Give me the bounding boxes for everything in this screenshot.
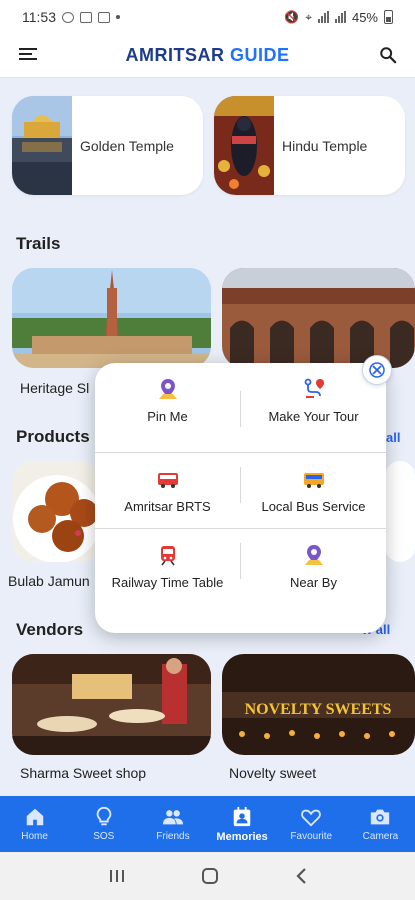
camera-icon <box>371 809 390 825</box>
trail-card-2[interactable] <box>222 268 415 368</box>
bulb-icon <box>96 806 112 826</box>
feature-card-label: Hindu Temple <box>282 137 368 154</box>
nav-camera[interactable]: Camera <box>346 796 415 852</box>
vendor-card-novelty[interactable]: NOVELTY SWEETS <box>222 654 415 755</box>
nav-sos[interactable]: SOS <box>69 796 138 852</box>
nav-label: Favourite <box>290 831 333 842</box>
menu-item-label: Railway Time Table <box>111 575 224 590</box>
novelty-sign-text: NOVELTY SWEETS <box>245 701 392 718</box>
status-time: 11:53 <box>22 9 56 25</box>
friends-icon <box>162 810 184 825</box>
sharma-shop-image <box>12 654 211 755</box>
app-title-part1: AMRITSAR <box>125 45 225 65</box>
products-view-all-link[interactable]: all <box>386 430 400 445</box>
feature-card-golden-temple[interactable]: Golden Temple <box>12 96 203 195</box>
vendor-card-label: Sharma Sweet shop <box>20 765 147 781</box>
product-card-label: Bulab Jamun <box>8 573 90 589</box>
dot-icon <box>116 15 120 19</box>
nav-label: SOS <box>93 831 115 842</box>
heart-icon <box>301 809 322 827</box>
product-card-2[interactable] <box>385 461 415 562</box>
product-card-gulab-jamun[interactable] <box>12 461 102 562</box>
nav-friends[interactable]: Friends <box>138 796 207 852</box>
pin-icon <box>158 379 177 399</box>
menu-item-label: Make Your Tour <box>268 409 359 424</box>
app-title: AMRITSAR GUIDE <box>0 45 415 66</box>
quick-actions-popup: Pin Me Make Your Tour Amritsar BRTS Loca… <box>95 363 386 633</box>
nav-label: Home <box>21 831 48 842</box>
hindu-temple-image <box>214 96 274 195</box>
app-header: AMRITSAR GUIDE <box>0 34 415 78</box>
memories-icon <box>233 806 251 826</box>
trail-card-heritage[interactable] <box>12 268 211 368</box>
feature-card-label: Golden Temple <box>80 137 174 154</box>
back-icon[interactable] <box>294 867 308 885</box>
gulab-jamun-image <box>12 461 102 562</box>
status-bar: 11:53 🔇 ⌖ 45% <box>0 0 415 34</box>
pin-icon <box>304 545 323 565</box>
heritage-image <box>12 268 211 368</box>
bottom-navigation: Home SOS Friends Memories Favourite Came… <box>0 796 415 852</box>
gallery-icon <box>98 11 110 23</box>
battery-percent: 45% <box>351 9 378 25</box>
menu-item-label: Local Bus Service <box>261 499 366 514</box>
train-icon <box>160 546 175 566</box>
location-icon: ⌖ <box>305 9 312 24</box>
menu-item-amritsar-brts[interactable]: Amritsar BRTS <box>95 453 240 528</box>
search-icon[interactable] <box>379 46 397 64</box>
nav-label: Friends <box>156 831 190 842</box>
home-button-icon[interactable] <box>201 867 219 885</box>
menu-item-label: Pin Me <box>147 409 188 424</box>
menu-item-railway-time-table[interactable]: Railway Time Table <box>95 529 240 604</box>
menu-item-local-bus-service[interactable]: Local Bus Service <box>241 453 386 528</box>
arches-image <box>222 268 415 368</box>
signal-icon <box>317 11 329 23</box>
whatsapp-icon <box>62 11 74 23</box>
feature-card-hindu-temple[interactable]: Hindu Temple <box>214 96 405 195</box>
nav-label: Camera <box>362 831 399 842</box>
trail-card-label: Heritage Sl <box>20 380 90 396</box>
menu-item-near-by[interactable]: Near By <box>241 529 386 604</box>
nav-favourite[interactable]: Favourite <box>277 796 346 852</box>
signal-icon <box>334 11 346 23</box>
battery-icon <box>384 10 393 24</box>
novelty-sweets-image: NOVELTY SWEETS <box>222 654 415 755</box>
vendor-card-sharma[interactable] <box>12 654 211 755</box>
system-navigation-bar <box>0 852 415 900</box>
bus-icon <box>157 473 178 488</box>
section-title-trails: Trails <box>16 234 61 253</box>
nav-label: Memories <box>216 830 268 843</box>
nav-memories[interactable]: Memories <box>208 796 277 852</box>
home-icon <box>26 808 43 826</box>
close-popup-button[interactable] <box>362 355 392 385</box>
menu-item-label: Amritsar BRTS <box>124 499 211 514</box>
menu-item-pin-me[interactable]: Pin Me <box>95 363 240 438</box>
mute-icon: 🔇 <box>284 10 300 24</box>
route-icon <box>304 378 324 398</box>
section-title-vendors: Vendors <box>16 620 84 639</box>
section-title-products: Products <box>16 427 90 446</box>
screen-icon <box>80 11 92 23</box>
recent-apps-icon[interactable] <box>108 868 126 884</box>
app-title-part2: GUIDE <box>230 45 290 65</box>
golden-temple-image <box>12 96 72 195</box>
nav-home[interactable]: Home <box>0 796 69 852</box>
bus-icon <box>303 473 324 488</box>
vendor-card-label: Novelty sweet <box>229 765 317 781</box>
menu-item-label: Near By <box>290 575 337 590</box>
close-icon <box>369 362 385 378</box>
